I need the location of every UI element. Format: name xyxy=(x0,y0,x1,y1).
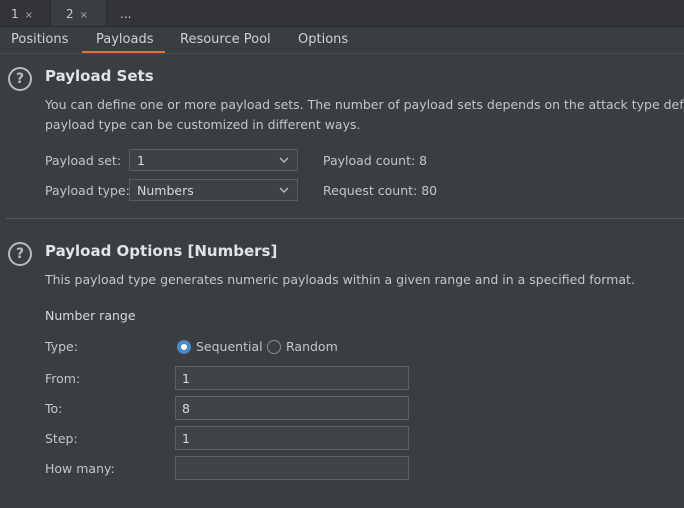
payload-type-value: Numbers xyxy=(137,183,194,198)
section-divider xyxy=(6,218,684,219)
how-many-label: How many: xyxy=(45,461,115,476)
number-range-label: Number range xyxy=(45,308,136,323)
payload-set-label: Payload set: xyxy=(45,153,122,168)
to-field[interactable]: 8 xyxy=(175,396,409,420)
tab-resource-pool[interactable]: Resource Pool xyxy=(180,32,271,47)
chevron-down-icon xyxy=(279,157,289,163)
from-field[interactable]: 1 xyxy=(175,366,409,390)
how-many-field[interactable] xyxy=(175,456,409,480)
payload-count: Payload count: 8 xyxy=(323,153,428,168)
intruder-sub-tabs: Positions Payloads Resource Pool Options xyxy=(0,27,684,54)
payload-options-heading: Payload Options [Numbers] xyxy=(45,242,278,260)
active-tab-indicator xyxy=(82,51,165,53)
payload-set-value: 1 xyxy=(137,153,145,168)
tab-positions[interactable]: Positions xyxy=(11,32,68,47)
new-tab-button[interactable]: ... xyxy=(107,0,147,26)
new-tab-label: ... xyxy=(120,7,132,21)
chevron-down-icon xyxy=(279,187,289,193)
request-tab-1-label: 1 xyxy=(11,7,19,21)
payload-sets-heading: Payload Sets xyxy=(45,67,154,85)
random-radio-label[interactable]: Random xyxy=(286,339,338,354)
step-label: Step: xyxy=(45,431,78,446)
help-icon[interactable]: ? xyxy=(8,242,32,266)
help-icon[interactable]: ? xyxy=(8,67,32,91)
request-tab-2[interactable]: 2 × xyxy=(51,0,106,26)
request-tab-2-label: 2 xyxy=(66,7,74,21)
payload-sets-description-2: payload type can be customized in differ… xyxy=(45,117,361,132)
to-label: To: xyxy=(45,401,63,416)
request-tab-strip: 1 × 2 × ... xyxy=(0,0,684,27)
sequential-radio-label[interactable]: Sequential xyxy=(196,339,263,354)
tab-options[interactable]: Options xyxy=(298,32,348,47)
payload-options-description: This payload type generates numeric payl… xyxy=(45,272,635,287)
payload-type-select[interactable]: Numbers xyxy=(129,179,298,201)
close-icon[interactable]: × xyxy=(80,10,88,21)
from-label: From: xyxy=(45,371,81,386)
payload-set-select[interactable]: 1 xyxy=(129,149,298,171)
payload-sets-description: You can define one or more payload sets.… xyxy=(45,97,684,112)
type-label: Type: xyxy=(45,339,78,354)
sequential-radio[interactable] xyxy=(177,340,191,354)
payload-type-label: Payload type: xyxy=(45,183,130,198)
random-radio[interactable] xyxy=(267,340,281,354)
request-tab-1[interactable]: 1 × xyxy=(0,0,50,26)
step-field[interactable]: 1 xyxy=(175,426,409,450)
request-count: Request count: 80 xyxy=(323,183,438,198)
tab-payloads[interactable]: Payloads xyxy=(96,32,153,47)
close-icon[interactable]: × xyxy=(25,10,33,21)
